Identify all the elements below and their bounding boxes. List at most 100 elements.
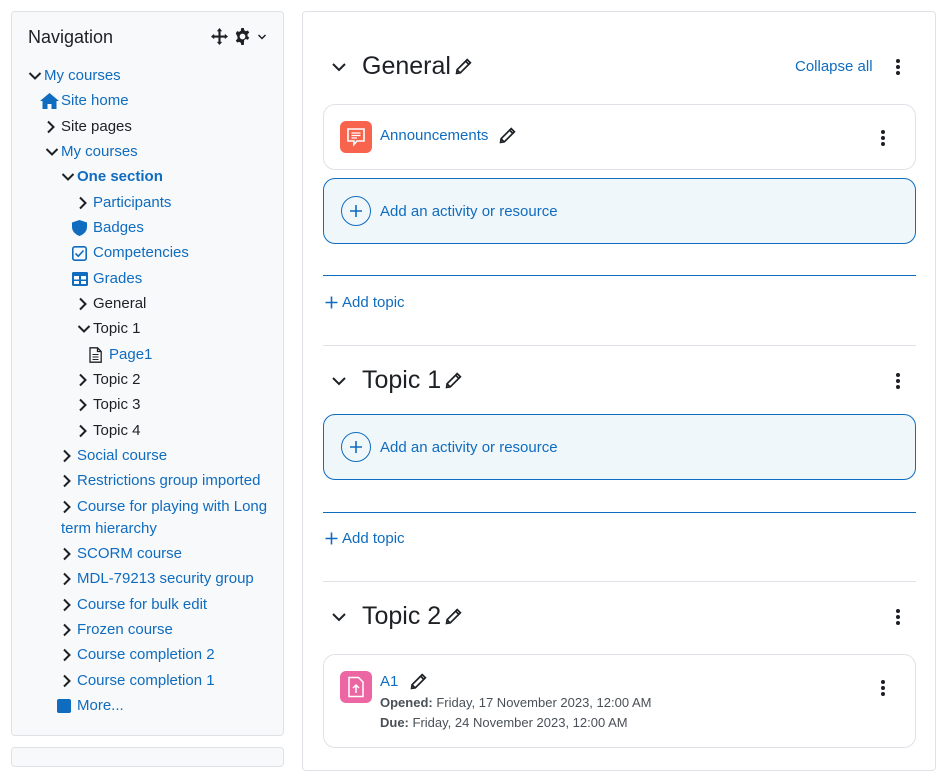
collapse-all-link[interactable]: Collapse all — [795, 58, 873, 75]
nav-item-badges[interactable]: Badges — [72, 217, 144, 239]
chevron-right-icon — [61, 568, 77, 590]
chevron-down-icon[interactable] — [257, 32, 267, 42]
activity-menu-icon[interactable] — [881, 680, 885, 696]
nav-item-label[interactable]: Site home — [61, 90, 129, 112]
plus-icon — [325, 296, 338, 309]
nav-item-site-home[interactable]: Site home — [40, 90, 129, 112]
nav-item-label: General — [93, 295, 147, 312]
section-menu-icon[interactable] — [896, 373, 900, 389]
collapse-section-icon[interactable] — [330, 58, 348, 76]
add-topic-link[interactable]: Add topic — [325, 530, 405, 547]
nav-item-one-section[interactable]: One section — [61, 166, 163, 188]
home-icon — [40, 90, 61, 112]
nav-item-label[interactable]: Participants — [93, 192, 171, 214]
plus-icon — [341, 432, 371, 462]
nav-item-label: Topic 1 — [93, 320, 141, 337]
section-menu-icon[interactable] — [896, 609, 900, 625]
nav-item-page1[interactable]: Page1 — [89, 344, 152, 366]
activity-menu-icon[interactable] — [881, 130, 885, 146]
chevron-right-icon — [61, 543, 77, 565]
chevron-right-icon — [77, 394, 93, 416]
chevron-down-icon — [61, 166, 77, 188]
move-icon[interactable] — [211, 28, 228, 45]
nav-item-label[interactable]: Social course — [77, 445, 167, 467]
add-topic-label: Add topic — [342, 294, 405, 311]
edit-pencil-icon[interactable] — [455, 58, 472, 75]
nav-item-competencies[interactable]: Competencies — [72, 242, 189, 264]
activity-name[interactable]: Announcements — [380, 127, 488, 144]
chevron-right-icon — [61, 445, 77, 467]
edit-pencil-icon[interactable] — [445, 372, 462, 389]
due-date: Due: Friday, 24 November 2023, 12:00 AM — [380, 715, 628, 730]
nav-item-label[interactable]: Course for bulk edit — [77, 594, 207, 616]
chevron-right-icon — [61, 670, 77, 692]
nav-item-my-courses-root[interactable]: My courses — [28, 65, 121, 87]
checkbox-icon — [72, 242, 93, 264]
chevron-down-icon — [77, 318, 93, 340]
section-divider — [323, 275, 916, 276]
section-title: Topic 1 — [362, 366, 442, 394]
chevron-right-icon — [77, 293, 93, 315]
chevron-right-icon — [77, 369, 93, 391]
plus-icon — [341, 196, 371, 226]
nav-item-general[interactable]: General — [77, 293, 146, 315]
nav-item-participants[interactable]: Participants — [77, 192, 171, 214]
nav-item-label[interactable]: Grades — [93, 268, 142, 290]
nav-item-label[interactable]: MDL-79213 security group — [77, 568, 254, 590]
add-topic-link[interactable]: Add topic — [325, 294, 405, 311]
section-separator — [323, 345, 916, 346]
nav-item-frozen-course[interactable]: Frozen course — [61, 619, 173, 641]
nav-item-label[interactable]: One section — [77, 166, 163, 188]
collapse-section-icon[interactable] — [330, 608, 348, 626]
nav-item-my-courses[interactable]: My courses — [45, 141, 138, 163]
nav-item-more[interactable]: More... — [57, 695, 124, 717]
nav-item-label[interactable]: My courses — [61, 141, 138, 163]
chevron-right-icon — [77, 420, 93, 442]
nav-item-label[interactable]: More... — [77, 695, 124, 717]
chevron-right-icon — [61, 496, 77, 518]
nav-item-label[interactable]: SCORM course — [77, 543, 182, 565]
section-title: General — [362, 52, 451, 80]
edit-pencil-icon[interactable] — [445, 608, 462, 625]
section-menu-icon[interactable] — [896, 59, 900, 75]
nav-item-topic-2[interactable]: Topic 2 — [77, 369, 141, 391]
opened-date: Opened: Friday, 17 November 2023, 12:00 … — [380, 695, 652, 710]
nav-item-label[interactable]: Page1 — [109, 344, 152, 366]
nav-item-social-course[interactable]: Social course — [61, 445, 167, 467]
nav-item-site-pages[interactable]: Site pages — [45, 116, 132, 138]
add-activity-button[interactable]: Add an activity or resource — [323, 178, 916, 244]
nav-item-topic-3[interactable]: Topic 3 — [77, 394, 141, 416]
nav-item-scorm-course[interactable]: SCORM course — [61, 543, 182, 565]
navigation-title: Navigation — [28, 27, 114, 47]
nav-item-label: Site pages — [61, 118, 132, 135]
collapse-section-icon[interactable] — [330, 372, 348, 390]
nav-item-topic-1[interactable]: Topic 1 — [77, 318, 141, 340]
edit-pencil-icon[interactable] — [410, 673, 427, 690]
section-title: Topic 2 — [362, 602, 442, 630]
nav-item-mdl-security-group[interactable]: MDL-79213 security group — [61, 568, 254, 590]
forum-icon — [340, 121, 372, 153]
nav-item-topic-4[interactable]: Topic 4 — [77, 420, 141, 442]
activity-name[interactable]: A1 — [380, 673, 398, 690]
shield-icon — [72, 217, 93, 239]
nav-item-long-term-hierarchy[interactable]: Course for playing with Long term hierar… — [61, 496, 276, 540]
chevron-right-icon — [77, 192, 93, 214]
add-activity-button[interactable]: Add an activity or resource — [323, 414, 916, 480]
nav-item-grades[interactable]: Grades — [72, 268, 142, 290]
nav-item-course-completion-1[interactable]: Course completion 1 — [61, 670, 215, 692]
nav-item-label[interactable]: Competencies — [93, 242, 189, 264]
nav-item-label[interactable]: Course completion 2 — [77, 644, 215, 666]
add-topic-label: Add topic — [342, 530, 405, 547]
nav-item-course-completion-2[interactable]: Course completion 2 — [61, 644, 215, 666]
nav-item-label[interactable]: My courses — [44, 65, 121, 87]
nav-item-label[interactable]: Course for playing with Long term hierar… — [61, 496, 276, 540]
nav-item-restrictions-group[interactable]: Restrictions group imported — [61, 470, 260, 492]
chevron-right-icon — [61, 470, 77, 492]
edit-pencil-icon[interactable] — [499, 127, 516, 144]
nav-item-bulk-edit[interactable]: Course for bulk edit — [61, 594, 207, 616]
nav-item-label[interactable]: Frozen course — [77, 619, 173, 641]
nav-item-label[interactable]: Course completion 1 — [77, 670, 215, 692]
nav-item-label[interactable]: Restrictions group imported — [77, 470, 260, 492]
gear-icon[interactable] — [234, 28, 251, 45]
nav-item-label[interactable]: Badges — [93, 217, 144, 239]
